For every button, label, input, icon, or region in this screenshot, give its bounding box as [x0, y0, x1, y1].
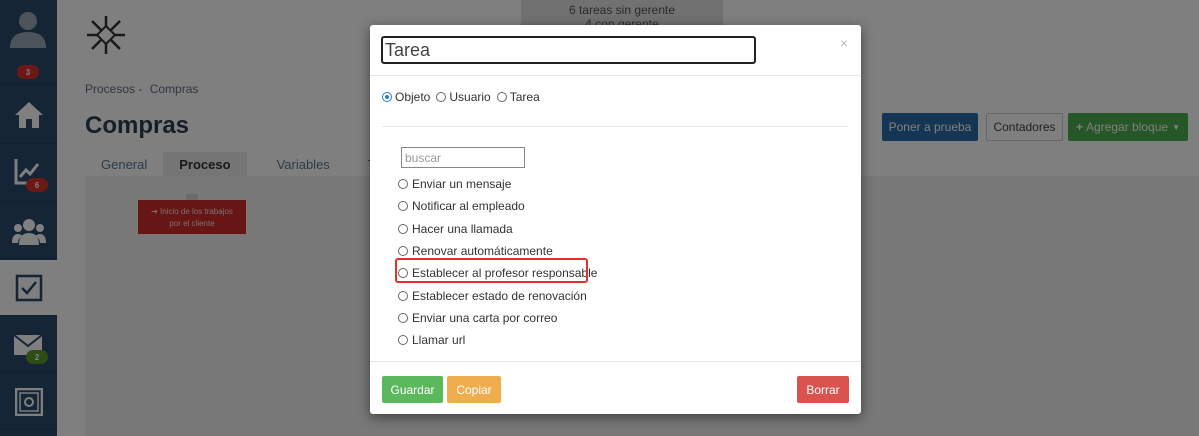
radio-task[interactable]: [496, 92, 507, 102]
option-radio[interactable]: [398, 335, 408, 346]
task-modal: × Objeto Usuario Tarea Enviar un mensaje…: [370, 25, 861, 414]
option-label: Establecer estado de renovación: [412, 288, 587, 303]
option-radio[interactable]: [398, 290, 408, 301]
radio-user[interactable]: [436, 92, 447, 102]
copy-button[interactable]: Copiar: [447, 376, 501, 403]
type-option-user[interactable]: Usuario: [436, 90, 491, 104]
option-send-message[interactable]: Enviar un mensaje: [398, 173, 597, 195]
option-notify-employee[interactable]: Notificar al empleado: [398, 195, 597, 217]
type-option-task[interactable]: Tarea: [496, 90, 540, 104]
modal-footer: Guardar Copiar Borrar: [370, 361, 861, 414]
highlight-annotation: [395, 258, 588, 283]
option-make-call[interactable]: Hacer una llamada: [398, 218, 597, 240]
option-call-url[interactable]: Llamar url: [398, 329, 597, 351]
type-selector: Objeto Usuario Tarea: [382, 90, 546, 104]
type-label-task: Tarea: [509, 90, 540, 104]
option-label: Renovar automáticamente: [412, 244, 553, 259]
section-divider: [382, 126, 848, 127]
option-label: Hacer una llamada: [412, 221, 513, 236]
type-label-user: Usuario: [449, 90, 491, 104]
option-set-renewal-status[interactable]: Establecer estado de renovación: [398, 284, 597, 306]
modal-header: ×: [370, 25, 861, 76]
option-radio[interactable]: [398, 201, 408, 212]
option-radio[interactable]: [398, 179, 408, 190]
option-label: Notificar al empleado: [412, 199, 525, 214]
radio-object[interactable]: [382, 92, 392, 102]
option-radio[interactable]: [398, 246, 408, 257]
option-radio[interactable]: [398, 223, 408, 234]
search-input[interactable]: [401, 147, 525, 168]
option-label: Llamar url: [412, 333, 466, 348]
option-label: Enviar un mensaje: [412, 177, 512, 192]
option-label: Enviar una carta por correo: [412, 310, 558, 325]
type-option-object[interactable]: Objeto: [382, 90, 430, 104]
task-title-input[interactable]: [381, 36, 756, 64]
close-icon[interactable]: ×: [840, 35, 848, 51]
option-send-letter[interactable]: Enviar una carta por correo: [398, 307, 597, 329]
option-radio[interactable]: [398, 312, 408, 323]
type-label-object: Objeto: [395, 90, 431, 104]
save-button[interactable]: Guardar: [382, 376, 443, 403]
delete-button[interactable]: Borrar: [797, 376, 849, 403]
